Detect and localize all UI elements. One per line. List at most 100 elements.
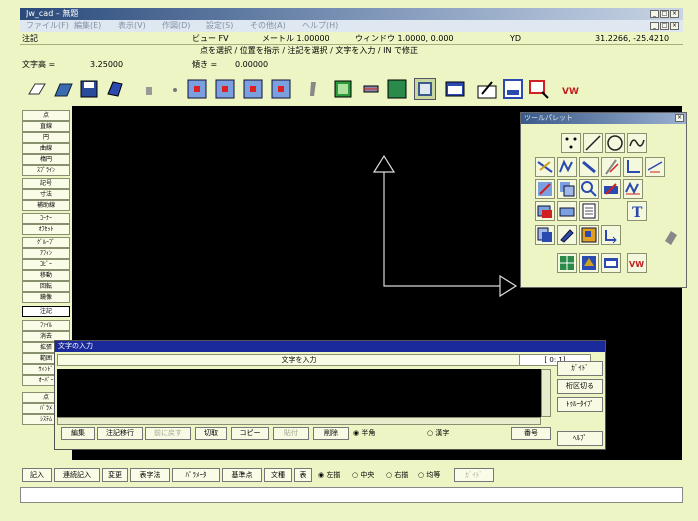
pointer-icon[interactable] — [164, 78, 186, 100]
text-vertical-scrollbar[interactable] — [541, 369, 551, 417]
snap-2-icon[interactable] — [214, 78, 236, 100]
layer-icon[interactable] — [332, 78, 354, 100]
open-icon[interactable] — [52, 78, 74, 100]
win-icon[interactable] — [601, 253, 621, 273]
delete-button[interactable]: 削除 — [313, 427, 349, 440]
circle-icon[interactable] — [605, 133, 625, 153]
text-icon[interactable]: T — [627, 201, 647, 221]
snap-1-icon[interactable] — [186, 78, 208, 100]
grid-icon[interactable] — [360, 78, 382, 100]
table-button[interactable]: 表 — [294, 468, 312, 482]
menu-help[interactable]: ヘルプ(H) — [302, 20, 338, 32]
corner-icon[interactable] — [623, 157, 643, 177]
cmd-offset[interactable]: ｵﾌｾｯﾄ — [22, 224, 70, 235]
radio-align-right[interactable]: ○ 右揃 — [386, 470, 408, 480]
paste-icon[interactable] — [535, 225, 555, 245]
symbol-icon[interactable] — [623, 179, 643, 199]
menu-settings[interactable]: 設定(S) — [206, 20, 233, 32]
bottom-guide-button[interactable]: ｶﾞｲﾄﾞ — [454, 468, 494, 482]
digit-separator-button[interactable]: 桁区切る — [557, 379, 603, 394]
cut-button[interactable]: 切取 — [195, 427, 227, 440]
minimize-button[interactable]: _ — [650, 10, 659, 18]
menu-edit[interactable]: 編集(E) — [74, 20, 101, 32]
settings-icon[interactable] — [138, 78, 160, 100]
cmd-affine[interactable]: ｱﾌｨﾝ — [22, 248, 70, 259]
offset-icon[interactable] — [579, 157, 599, 177]
maximize-button[interactable]: □ — [660, 10, 669, 18]
cmd-circle[interactable]: 円 — [22, 132, 70, 143]
truetype-button[interactable]: ﾄｩﾙｰﾀｲﾌﾟ — [557, 397, 603, 412]
reference-point-button[interactable]: 基準点 — [222, 468, 262, 482]
line-icon[interactable] — [583, 133, 603, 153]
doc-close-button[interactable]: × — [670, 22, 679, 30]
undo-icon[interactable] — [579, 225, 599, 245]
radio-half-width[interactable]: ◉ 半角 — [353, 428, 375, 439]
radio-align-left[interactable]: ◉ 左揃 — [318, 470, 340, 480]
save-icon[interactable] — [78, 78, 100, 100]
vw-icon[interactable]: VW — [560, 78, 582, 100]
snap-4-icon[interactable] — [270, 78, 292, 100]
edit-button[interactable]: 編集 — [61, 427, 95, 440]
cmd-dimension[interactable]: 寸法 — [22, 189, 70, 200]
eraser-icon[interactable] — [661, 227, 681, 247]
menu-view[interactable]: 表示(V) — [118, 20, 146, 32]
measure-icon[interactable] — [601, 179, 621, 199]
annotation-transfer-button[interactable]: 注記移行 — [97, 427, 143, 440]
cmd-curve[interactable]: 曲線 — [22, 143, 70, 154]
draw-icon[interactable] — [476, 78, 498, 100]
cmd-copy[interactable]: ｺﾋﾟｰ — [22, 259, 70, 270]
vw-palette-icon[interactable]: VW — [627, 253, 647, 273]
notation-button[interactable]: 表字法 — [130, 468, 170, 482]
doc-maximize-button[interactable]: □ — [660, 22, 669, 30]
copy-icon[interactable] — [557, 179, 577, 199]
pen-icon[interactable] — [302, 78, 324, 100]
check-icon[interactable] — [502, 78, 524, 100]
print-icon[interactable] — [104, 78, 126, 100]
point-icon[interactable] — [561, 133, 581, 153]
close-button[interactable]: × — [670, 10, 679, 18]
cmd-file[interactable]: ﾌｧｲﾙ — [22, 320, 70, 331]
palette-title-bar[interactable]: ツールパレット × — [521, 113, 686, 124]
menu-other[interactable]: その他(A) — [250, 20, 286, 32]
cmd-move[interactable]: 移動 — [22, 270, 70, 281]
polyline-icon[interactable] — [535, 157, 555, 177]
parameter-button[interactable]: ﾊﾟﾗﾒｰﾀ — [172, 468, 220, 482]
trim-icon[interactable] — [601, 157, 621, 177]
cmd-line[interactable]: 直線 — [22, 121, 70, 132]
number-button[interactable]: 番号 — [511, 427, 551, 440]
measure-2-icon[interactable] — [601, 225, 621, 245]
undo-button[interactable]: 前に戻す — [145, 427, 191, 440]
curve-icon[interactable] — [627, 133, 647, 153]
cmd-annotation[interactable]: 注記 — [22, 306, 70, 317]
select-icon[interactable] — [528, 78, 550, 100]
window-icon[interactable] — [444, 78, 466, 100]
cmd-rotate[interactable]: 回転 — [22, 281, 70, 292]
move-icon[interactable] — [535, 179, 555, 199]
view-2-icon[interactable] — [579, 253, 599, 273]
cmd-mirror[interactable]: 鏡像 — [22, 292, 70, 303]
menu-draw[interactable]: 作図(D) — [162, 20, 190, 32]
cmd-spline[interactable]: ｽﾌﾟﾗｲﾝ — [22, 165, 70, 176]
palette-close-button[interactable]: × — [675, 114, 684, 122]
cmd-corner[interactable]: ｺｰﾅｰ — [22, 213, 70, 224]
print-icon[interactable] — [579, 201, 599, 221]
cmd-ellipse[interactable]: 楕円 — [22, 154, 70, 165]
radio-align-justify[interactable]: ○ 均等 — [418, 470, 440, 480]
cmd-group[interactable]: ｸﾞﾙｰﾌﾟ — [22, 237, 70, 248]
new-icon[interactable] — [26, 78, 48, 100]
fill-icon[interactable] — [386, 78, 408, 100]
cmd-point[interactable]: 点 — [22, 110, 70, 121]
change-button[interactable]: 変更 — [102, 468, 128, 482]
fill-icon[interactable] — [557, 201, 577, 221]
view-icon[interactable] — [414, 78, 436, 100]
text-type-button[interactable]: 文種 — [264, 468, 292, 482]
command-input-line[interactable] — [20, 487, 683, 503]
hatch-icon[interactable] — [535, 201, 555, 221]
radio-align-center[interactable]: ○ 中央 — [352, 470, 374, 480]
copy-button[interactable]: コピー — [231, 427, 269, 440]
menu-file[interactable]: ファイル(F) — [26, 20, 69, 32]
zoom-icon[interactable] — [579, 179, 599, 199]
grid-icon[interactable] — [557, 253, 577, 273]
write-button[interactable]: 記入 — [22, 468, 52, 482]
continuous-write-button[interactable]: 連続記入 — [54, 468, 100, 482]
